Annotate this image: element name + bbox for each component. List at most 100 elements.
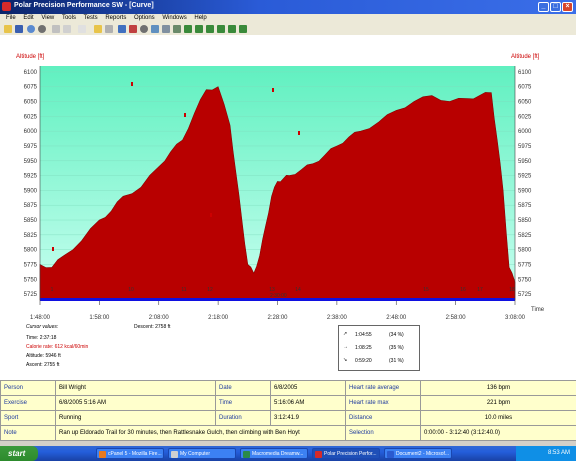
x-tick-label: 1:48:00 xyxy=(30,315,51,321)
chart3-icon[interactable] xyxy=(206,25,214,33)
chart4-icon[interactable] xyxy=(217,25,225,33)
system-tray-clock: 8:53 AM xyxy=(516,446,576,461)
menu-help[interactable]: Help xyxy=(194,14,206,23)
x-tick-label: 2:38:00 xyxy=(327,315,348,321)
calorie-value: Calorie rate: 612 kcal/60min xyxy=(26,344,89,350)
start-button[interactable]: start xyxy=(0,446,38,461)
time-value: Time: 2:37:18 xyxy=(26,335,57,341)
marker-2 xyxy=(131,82,133,86)
x-tick-label: 2:18:00 xyxy=(208,315,229,321)
window-icon[interactable] xyxy=(151,25,159,33)
bottom-marker-label: 2:30:00 xyxy=(270,293,287,299)
y-tick-left: 6000 xyxy=(24,129,38,135)
lap-mark: 15 xyxy=(423,287,429,293)
task-my-computer[interactable]: My Computer xyxy=(168,448,236,459)
y-tick-left: 5800 xyxy=(24,248,38,254)
search-icon[interactable] xyxy=(140,25,148,33)
duration-label: Duration xyxy=(215,410,271,426)
settings-icon[interactable] xyxy=(173,25,181,33)
menu-edit[interactable]: Edit xyxy=(23,14,33,23)
dreamweaver-icon xyxy=(243,451,250,458)
menu-reports[interactable]: Reports xyxy=(105,14,126,23)
x-tick-label: 2:08:00 xyxy=(149,315,170,321)
menu-file[interactable]: File xyxy=(6,14,16,23)
calendar-icon[interactable] xyxy=(118,25,126,33)
zone-3-pct: (31 %) xyxy=(389,358,404,364)
menu-view[interactable]: View xyxy=(41,14,54,23)
arrow-up-icon: ↗ xyxy=(343,331,348,337)
minimize-button[interactable]: _ xyxy=(538,2,549,12)
chart6-icon[interactable] xyxy=(239,25,247,33)
y-tick-left: 6075 xyxy=(24,85,38,91)
hr-average-value: 136 bpm xyxy=(420,380,576,396)
distance-value: 10.0 miles xyxy=(420,410,576,426)
marker-5 xyxy=(272,88,274,92)
chart5-icon[interactable] xyxy=(228,25,236,33)
menu-windows[interactable]: Windows xyxy=(162,14,186,23)
lap-mark: 12 xyxy=(207,287,213,293)
copy2-icon[interactable] xyxy=(105,25,113,33)
word-icon xyxy=(387,451,394,458)
arrow-down-icon: ↘ xyxy=(343,357,348,363)
title-bar: Polar Precision Performance SW - [Curve]… xyxy=(0,0,576,14)
document-icon[interactable] xyxy=(52,25,60,33)
y-tick-right: 5975 xyxy=(518,144,532,150)
marker-3 xyxy=(184,113,186,117)
y-tick-right: 5725 xyxy=(518,292,532,298)
list-icon[interactable] xyxy=(162,25,170,33)
marker-4 xyxy=(210,213,212,217)
wheel-icon[interactable] xyxy=(38,25,46,33)
chart1-icon[interactable] xyxy=(184,25,192,33)
y-tick-left: 5825 xyxy=(24,233,38,239)
zone-1-pct: (34 %) xyxy=(389,332,404,338)
lap-mark: 17 xyxy=(477,287,483,293)
y-tick-right: 5900 xyxy=(518,188,532,194)
selection-label: Selection xyxy=(345,425,421,441)
y-tick-right: 5750 xyxy=(518,277,532,283)
open-icon[interactable] xyxy=(4,25,12,33)
sport-value: Running xyxy=(55,410,216,426)
lap-mark: 14 xyxy=(295,287,301,293)
x-tick-label: 2:48:00 xyxy=(386,315,407,321)
y-tick-right: 6025 xyxy=(518,114,532,120)
copy-icon[interactable] xyxy=(78,25,86,33)
close-button[interactable]: × xyxy=(562,2,573,12)
y-tick-right: 5925 xyxy=(518,174,532,180)
y-tick-left: 6025 xyxy=(24,114,38,120)
cursor-values-label: Cursor values: xyxy=(26,324,59,330)
maximize-button[interactable]: □ xyxy=(550,2,561,12)
menu-tools[interactable]: Tools xyxy=(62,14,76,23)
y-tick-left: 6050 xyxy=(24,100,38,106)
save-icon[interactable] xyxy=(15,25,23,33)
menu-tests[interactable]: Tests xyxy=(84,14,98,23)
y-tick-right: 5800 xyxy=(518,248,532,254)
chart2-icon[interactable] xyxy=(195,25,203,33)
time-value-cell: 5:16:06 AM xyxy=(270,395,346,411)
task-dreamweaver[interactable]: Macromedia Dreamw... xyxy=(240,448,308,459)
altitude-chart[interactable]: 6100 6100 6075 6075 6050 6050 6025 6025 6000 6000… xyxy=(0,35,576,325)
task-polar[interactable]: Polar Precision Perfor... xyxy=(312,448,380,459)
lap-mark: 16 xyxy=(460,287,466,293)
person-value: Bill Wright xyxy=(55,380,216,396)
taskbar: start cPanel 5 - Mozilla Fire... My Comp… xyxy=(0,446,576,461)
task-firefox[interactable]: cPanel 5 - Mozilla Fire... xyxy=(96,448,164,459)
x-tick-label: 3:08:00 xyxy=(505,315,526,321)
scissors-icon[interactable] xyxy=(63,25,71,33)
note-value: Ran up Eldorado Trail for 30 minutes, th… xyxy=(55,425,346,441)
y-tick-right: 5775 xyxy=(518,262,532,268)
date-label: Date xyxy=(215,380,271,396)
task-word[interactable]: Document2 - Microsof... xyxy=(384,448,452,459)
delete-icon[interactable] xyxy=(129,25,137,33)
altitude-value: Altitude: 5946 ft xyxy=(26,353,61,359)
table-row: Person Bill Wright Date 6/8/2005 Heart r… xyxy=(0,380,576,396)
y-tick-left: 5775 xyxy=(24,262,38,268)
zone-2-pct: (35 %) xyxy=(389,345,404,351)
y-tick-left: 5750 xyxy=(24,277,38,283)
zone-2-time: 1:08:25 xyxy=(355,345,372,351)
menu-options[interactable]: Options xyxy=(134,14,155,23)
app-icon xyxy=(2,2,11,11)
ascent-value: Ascent: 2755 ft xyxy=(26,362,60,368)
globe-icon[interactable] xyxy=(27,25,35,33)
folder-icon[interactable] xyxy=(94,25,102,33)
exercise-label: Exercise xyxy=(0,395,56,411)
